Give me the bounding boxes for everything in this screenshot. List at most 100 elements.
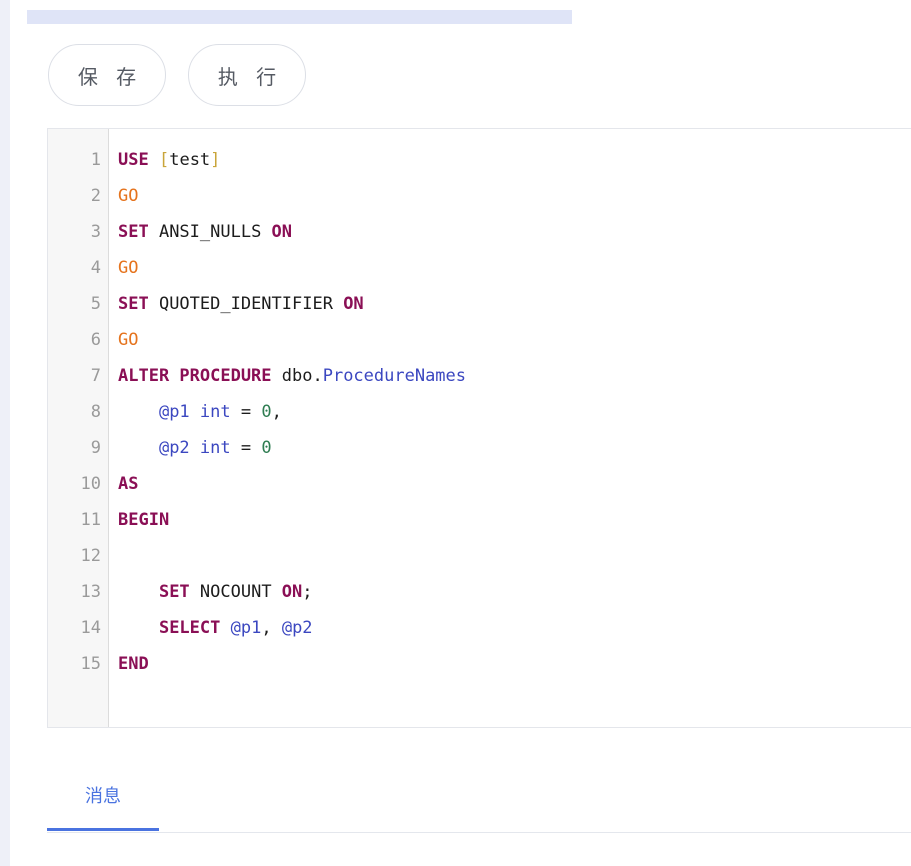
line-number: 15 [80,654,101,674]
code-line: 7 ALTER PROCEDURE dbo.ProcedureNames [48,358,911,394]
code-line: 2 GO [48,178,911,214]
top-tab-bar [27,10,572,24]
code-line: 11 BEGIN [48,502,911,538]
code-line: 6 GO [48,322,911,358]
code-token: GO [118,186,139,206]
code-text: SET ANSI_NULLS ON [101,222,292,242]
tab-messages[interactable]: 消息 [47,760,159,831]
code-text: GO [101,186,138,206]
code-token: 0 [261,402,272,422]
code-token: = [230,438,262,458]
code-line: 12 [48,538,911,574]
code-token: int [199,438,231,458]
code-token: @p2 [281,618,313,638]
code-token: QUOTED_IDENTIFIER [148,294,344,314]
code-line: 5 SET QUOTED_IDENTIFIER ON [48,286,911,322]
code-text: BEGIN [101,510,169,530]
code-text: @p2 int = 0 [101,438,272,458]
code-token: NOCOUNT [189,582,282,602]
code-token: ON [271,222,293,242]
code-text: ALTER PROCEDURE dbo.ProcedureNames [101,366,466,386]
code-token: END [118,654,149,674]
code-token: BEGIN [118,510,170,530]
code-text: USE [test] [101,150,220,170]
code-line: 9 @p2 int = 0 [48,430,911,466]
sql-code-editor[interactable]: 1 USE [test] 2 GO 3 SET ANSI_NULLS ON 4 GO 5 SET … [47,128,911,728]
code-token: ALTER PROCEDURE [118,366,272,386]
line-number: 8 [90,402,101,422]
code-token: int [199,402,231,422]
line-number: 7 [90,366,101,386]
code-token: 0 [261,438,272,458]
code-token: dbo. [271,366,323,386]
code-line: 10 AS [48,466,911,502]
code-line: 15 END [48,646,911,682]
code-token: ProcedureNames [322,366,467,386]
code-token: ON [343,294,364,314]
code-token: , [261,618,282,638]
code-token: AS [118,474,139,494]
code-text: GO [101,258,138,278]
code-token: ] [210,150,221,170]
code-token: ANSI_NULLS [148,222,272,242]
code-text: @p1 int = 0, [101,402,282,422]
code-token: ; [302,582,313,602]
code-token: @p1 [230,618,262,638]
toolbar: 保 存 执 行 [48,44,306,106]
code-line: 3 SET ANSI_NULLS ON [48,214,911,250]
tab-messages-label: 消息 [85,786,121,807]
code-token: GO [118,330,139,350]
code-line: 13 SET NOCOUNT ON; [48,574,911,610]
run-button[interactable]: 执 行 [188,44,306,106]
code-token: SELECT [158,618,221,638]
run-button-label: 执 行 [217,64,283,89]
code-token: SET [158,582,190,602]
code-line: 1 USE [test] [48,142,911,178]
save-button[interactable]: 保 存 [48,44,166,106]
active-tab-indicator [47,828,159,831]
code-token: @p1 [158,402,190,422]
line-number: 10 [80,474,101,494]
code-token: [ [158,150,170,170]
line-number: 2 [90,186,101,206]
line-number: 3 [90,222,101,242]
code-text: SELECT @p1, @p2 [101,618,313,638]
line-number: 1 [90,150,101,170]
line-number: 12 [80,546,101,566]
code-token: SET [118,294,149,314]
code-lines: 1 USE [test] 2 GO 3 SET ANSI_NULLS ON 4 GO 5 SET … [48,142,911,682]
code-token: GO [118,258,139,278]
line-number: 13 [80,582,101,602]
code-text: AS [101,474,138,494]
save-button-label: 保 存 [77,64,143,89]
code-token: ON [281,582,303,602]
line-number: 6 [90,330,101,350]
left-sidebar-strip [0,0,10,866]
code-token: SET [118,222,149,242]
code-text: SET NOCOUNT ON; [101,582,313,602]
result-tabs: 消息 [47,760,911,833]
code-token: @p2 [158,438,190,458]
line-number: 11 [80,510,101,530]
code-token: , [271,402,282,422]
code-line: 8 @p1 int = 0, [48,394,911,430]
line-number: 9 [90,438,101,458]
line-number: 4 [90,258,101,278]
code-text: GO [101,330,138,350]
code-line: 14 SELECT @p1, @p2 [48,610,911,646]
code-line: 4 GO [48,250,911,286]
code-token: USE [118,150,149,170]
code-text: END [101,654,149,674]
code-token: = [230,402,262,422]
code-text: SET QUOTED_IDENTIFIER ON [101,294,364,314]
line-number: 5 [90,294,101,314]
code-token: test [169,150,211,170]
